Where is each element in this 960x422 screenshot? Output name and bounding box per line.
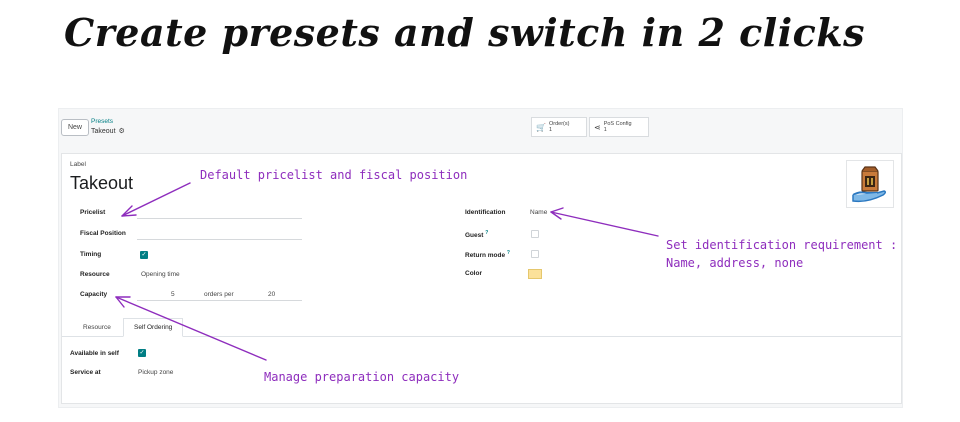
orders-count: 1 <box>548 127 553 133</box>
tab-self-ordering[interactable]: Self Ordering <box>123 318 184 337</box>
notebook-tabs-line <box>62 336 901 337</box>
annotation-identification-line2: Name, address, none <box>666 256 804 270</box>
preset-name-field[interactable]: Takeout <box>70 173 133 194</box>
form-sheet: Label Takeout Pricelist Fiscal Position … <box>61 153 902 404</box>
return-mode-label-text: Return mode <box>465 252 506 260</box>
orders-per-label: orders per <box>204 291 234 298</box>
return-mode-label: Return mode ? <box>465 250 510 259</box>
headline: Create presets and switch in 2 clicks <box>64 10 866 55</box>
annotation-identification: Set identification requirement : Name, a… <box>666 236 897 272</box>
return-mode-checkbox[interactable] <box>531 250 539 258</box>
annotation-identification-line1: Set identification requirement : <box>666 238 898 252</box>
available-in-self-checkbox[interactable]: ✓ <box>138 349 146 357</box>
return-mode-help-mark[interactable]: ? <box>507 250 510 256</box>
fiscal-position-label: Fiscal Position <box>80 230 126 237</box>
available-in-self-label: Available in self <box>70 350 119 357</box>
service-at-value[interactable]: Pickup zone <box>138 369 173 376</box>
tab-resource[interactable]: Resource <box>72 318 122 337</box>
fiscal-position-input[interactable] <box>137 239 302 240</box>
color-label: Color <box>465 270 482 277</box>
label-caption: Label <box>70 161 86 168</box>
share-icon: ⋖ <box>594 122 601 132</box>
service-at-label: Service at <box>70 369 101 376</box>
capacity-underline <box>137 300 302 301</box>
cart-icon: 🛒 <box>536 122 546 132</box>
resource-label: Resource <box>80 271 110 278</box>
new-button[interactable]: New <box>61 119 89 136</box>
orders-smart-button[interactable]: 🛒 Order(s) 1 <box>531 117 587 137</box>
breadcrumb-current: Takeout ⚙ <box>91 127 125 136</box>
guest-label: Guest ? <box>465 230 488 239</box>
pricelist-label: Pricelist <box>80 209 106 216</box>
gear-icon[interactable]: ⚙ <box>119 127 125 135</box>
guest-help-mark[interactable]: ? <box>485 230 488 236</box>
guest-label-text: Guest <box>465 232 484 240</box>
posconfig-label: PoS Config <box>603 121 632 127</box>
identification-value[interactable]: Name <box>530 209 547 216</box>
takeout-bag-icon <box>852 166 887 203</box>
annotation-capacity: Manage preparation capacity <box>264 370 460 384</box>
preset-image[interactable] <box>846 160 894 208</box>
color-picker[interactable] <box>528 269 542 279</box>
identification-label: Identification <box>465 209 506 216</box>
timing-label: Timing <box>80 251 102 258</box>
capacity-label: Capacity <box>80 291 108 298</box>
posconfig-smart-button[interactable]: ⋖ PoS Config 1 <box>589 117 649 137</box>
orders-label: Order(s) <box>548 121 570 127</box>
resource-value[interactable]: Opening time <box>141 271 180 278</box>
posconfig-count: 1 <box>603 127 607 133</box>
pricelist-input[interactable] <box>137 218 302 219</box>
breadcrumb-presets[interactable]: Presets <box>91 118 113 125</box>
breadcrumb-current-label: Takeout <box>91 127 116 135</box>
per-value[interactable]: 20 <box>268 291 275 298</box>
guest-checkbox[interactable] <box>531 230 539 238</box>
annotation-pricelist: Default pricelist and fiscal position <box>200 168 468 182</box>
timing-checkbox[interactable]: ✓ <box>140 251 148 259</box>
capacity-value[interactable]: 5 <box>171 291 175 298</box>
